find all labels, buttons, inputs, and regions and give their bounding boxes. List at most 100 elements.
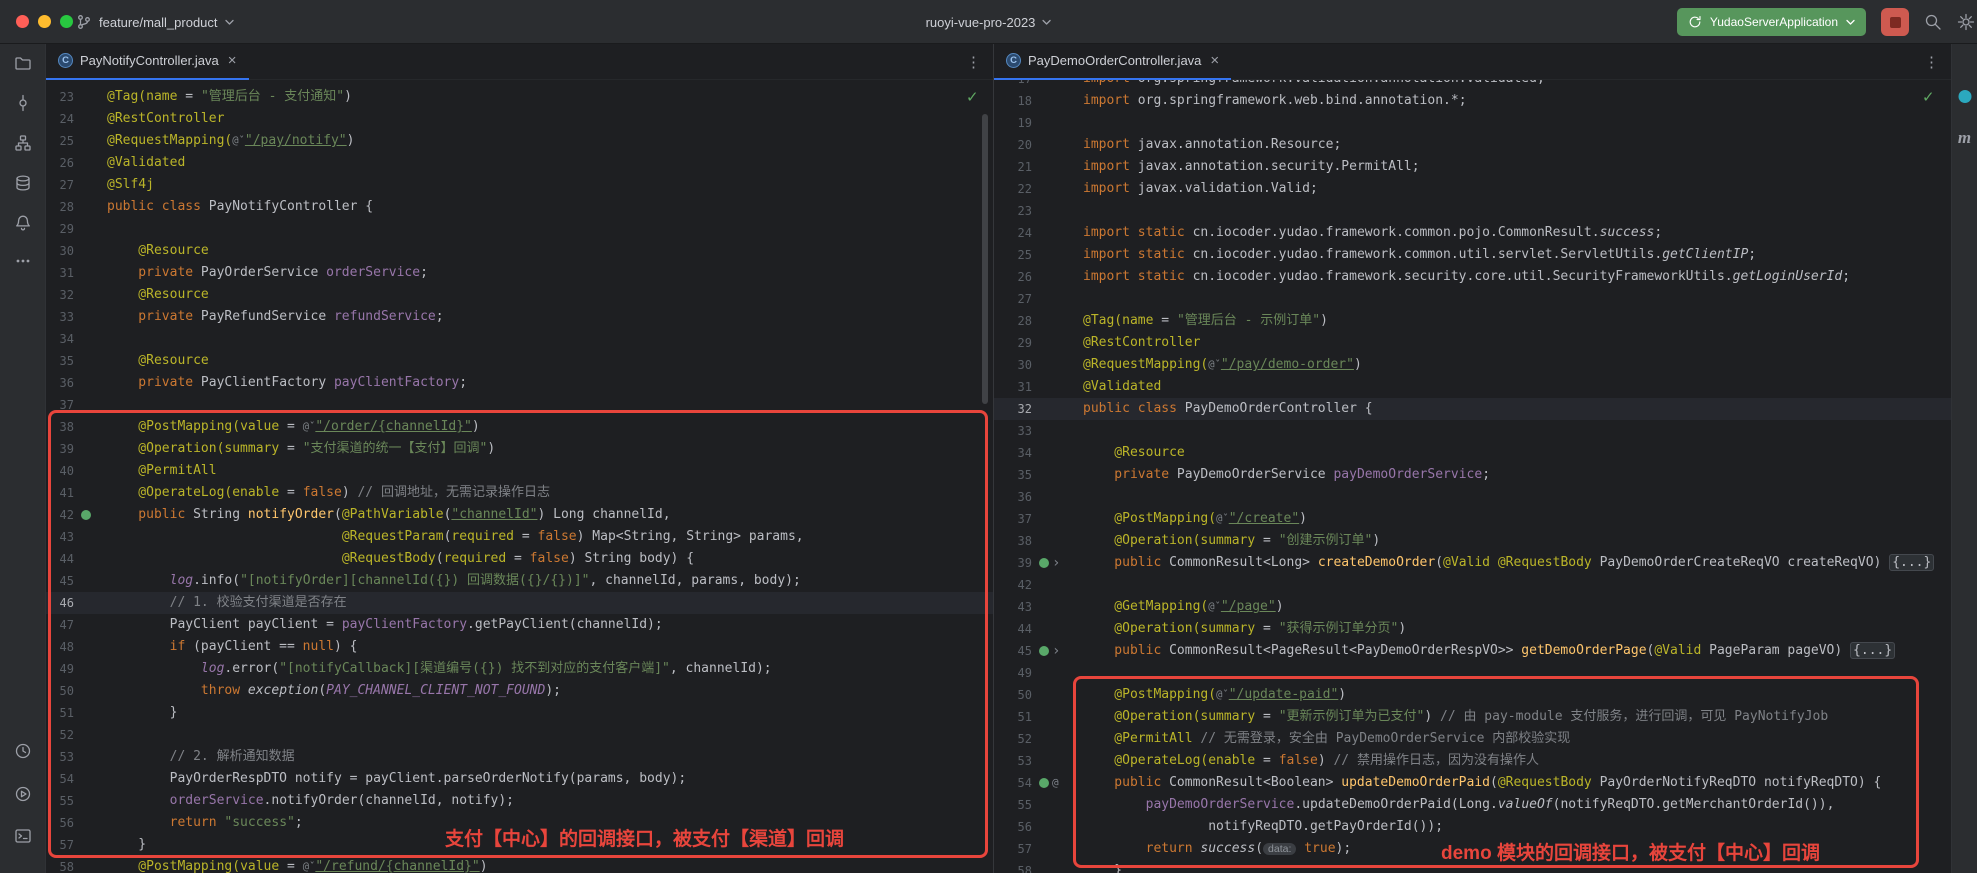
code-line[interactable]: 50 throw exception(PAY_CHANNEL_CLIENT_NO…	[46, 680, 993, 702]
scrollbar-thumb[interactable]	[982, 114, 988, 404]
endpoint-url-icon[interactable]: @ˇ	[1208, 359, 1221, 371]
line-number[interactable]: 58	[994, 860, 1032, 873]
code-line[interactable]: 44 @Operation(summary = "获得示例订单分页")	[994, 618, 1951, 640]
endpoint-ball-icon[interactable]	[1039, 646, 1049, 656]
project-selector[interactable]: ruoyi-vue-pro-2023	[926, 0, 1052, 44]
line-number[interactable]: 39	[994, 552, 1032, 574]
line-number[interactable]: 22	[994, 178, 1032, 200]
line-number[interactable]: 55	[46, 790, 74, 812]
line-number[interactable]: 44	[994, 618, 1032, 640]
minimize-window-button[interactable]	[38, 15, 51, 28]
line-number[interactable]: 30	[46, 240, 74, 262]
line-number[interactable]: 23	[994, 200, 1032, 222]
line-number[interactable]: 45	[46, 570, 74, 592]
line-number[interactable]: 26	[46, 152, 74, 174]
code-line[interactable]: 22import javax.validation.Valid;	[994, 178, 1951, 200]
code-line[interactable]: 17import org.springframework.validation.…	[994, 80, 1951, 90]
line-number[interactable]: 57	[994, 838, 1032, 860]
code-line[interactable]: 39 @Operation(summary = "支付渠道的统一【支付】回调")	[46, 438, 993, 460]
line-number[interactable]: 32	[994, 398, 1032, 420]
code-editor-right[interactable]: 17import org.springframework.validation.…	[994, 80, 1951, 873]
line-number[interactable]: 27	[46, 174, 74, 196]
code-line[interactable]: 58 @PostMapping(value = @ˇ"/refund/{chan…	[46, 856, 993, 873]
code-line[interactable]: 38 @Operation(summary = "创建示例订单")	[994, 530, 1951, 552]
line-number[interactable]: 35	[46, 350, 74, 372]
line-number[interactable]: 35	[994, 464, 1032, 486]
fold-chevron-icon[interactable]: ›	[1052, 640, 1060, 662]
tab-pay-demo-order-controller[interactable]: C PayDemoOrderController.java ×	[994, 44, 1231, 80]
code-line[interactable]: 45 log.info("[notifyOrder][channelId({})…	[46, 570, 993, 592]
code-line[interactable]: 51 @Operation(summary = "更新示例订单为已支付") //…	[994, 706, 1951, 728]
code-line[interactable]: 28public class PayNotifyController {	[46, 196, 993, 218]
line-number[interactable]: 51	[46, 702, 74, 724]
line-number[interactable]: 36	[46, 372, 74, 394]
code-line[interactable]: 25import static cn.iocoder.yudao.framewo…	[994, 244, 1951, 266]
zoom-window-button[interactable]	[60, 15, 73, 28]
line-number[interactable]: 18	[994, 90, 1032, 112]
code-line[interactable]: 28@Tag(name = "管理后台 - 示例订单")	[994, 310, 1951, 332]
maven-tool-icon[interactable]: m	[1958, 128, 1971, 148]
line-number[interactable]: 28	[994, 310, 1032, 332]
code-line[interactable]: 26@Validated	[46, 152, 993, 174]
line-number[interactable]: 25	[994, 244, 1032, 266]
structure-tool-icon[interactable]	[8, 128, 38, 158]
code-line[interactable]: 46 // 1. 校验支付渠道是否存在	[46, 592, 993, 614]
code-line[interactable]: 40 @PermitAll	[46, 460, 993, 482]
inspections-ok-icon[interactable]: ✓	[966, 88, 979, 106]
code-line[interactable]: 27	[994, 288, 1951, 310]
services-run-icon[interactable]	[8, 779, 38, 809]
line-number[interactable]: 53	[994, 750, 1032, 772]
settings-gear-icon[interactable]	[1957, 13, 1975, 31]
code-line[interactable]: 23@Tag(name = "管理后台 - 支付通知")	[46, 86, 993, 108]
line-number[interactable]: 17	[994, 80, 1032, 90]
line-number[interactable]: 58	[46, 856, 74, 873]
line-number[interactable]: 50	[46, 680, 74, 702]
fold-chevron-icon[interactable]: ›	[1052, 552, 1060, 574]
code-line[interactable]: 25@RequestMapping(@ˇ"/pay/notify")	[46, 130, 993, 152]
line-number[interactable]: 33	[994, 420, 1032, 442]
code-line[interactable]: 29@RestController	[994, 332, 1951, 354]
line-number[interactable]: 36	[994, 486, 1032, 508]
line-number[interactable]: 42	[46, 504, 74, 526]
git-branch-selector[interactable]: feature/mall_product	[76, 0, 234, 44]
code-line[interactable]: 54@ public CommonResult<Boolean> updateD…	[994, 772, 1951, 794]
dependencies-tool-icon[interactable]	[1958, 90, 1971, 103]
line-number[interactable]: 30	[994, 354, 1032, 376]
line-number[interactable]: 24	[46, 108, 74, 130]
code-editor-left[interactable]: 23@Tag(name = "管理后台 - 支付通知")24@RestContr…	[46, 80, 993, 873]
code-line[interactable]: 32public class PayDemoOrderController {	[994, 398, 1951, 420]
line-number[interactable]: 56	[46, 812, 74, 834]
line-number[interactable]: 52	[994, 728, 1032, 750]
tab-pay-notify-controller[interactable]: C PayNotifyController.java ×	[46, 44, 249, 80]
code-line[interactable]: 48 if (payClient == null) {	[46, 636, 993, 658]
line-number[interactable]: 26	[994, 266, 1032, 288]
line-number[interactable]: 31	[994, 376, 1032, 398]
line-number[interactable]: 32	[46, 284, 74, 306]
code-line[interactable]: 31@Validated	[994, 376, 1951, 398]
endpoint-url-icon[interactable]: @ˇ	[1216, 689, 1229, 701]
run-widget[interactable]: YudaoServerApplication	[1677, 8, 1866, 36]
endpoint-ball-icon[interactable]	[1039, 558, 1049, 568]
code-line[interactable]: 55 orderService.notifyOrder(channelId, n…	[46, 790, 993, 812]
code-line[interactable]: 49	[994, 662, 1951, 684]
code-line[interactable]: 50 @PostMapping(@ˇ"/update-paid")	[994, 684, 1951, 706]
code-line[interactable]: 43 @RequestParam(required = false) Map<S…	[46, 526, 993, 548]
code-line[interactable]: 21import javax.annotation.security.Permi…	[994, 156, 1951, 178]
line-number[interactable]: 39	[46, 438, 74, 460]
line-number[interactable]: 28	[46, 196, 74, 218]
line-number[interactable]: 19	[994, 112, 1032, 134]
endpoint-ball-icon[interactable]	[81, 510, 91, 520]
project-tool-icon[interactable]	[8, 48, 38, 78]
line-number[interactable]: 54	[46, 768, 74, 790]
rerun-icon[interactable]	[1688, 15, 1702, 29]
tab-options-icon[interactable]: ⋮	[966, 53, 981, 71]
code-line[interactable]: 35 private PayDemoOrderService payDemoOr…	[994, 464, 1951, 486]
code-line[interactable]: 42	[994, 574, 1951, 596]
line-number[interactable]: 21	[994, 156, 1032, 178]
code-line[interactable]: 37 @PostMapping(@ˇ"/create")	[994, 508, 1951, 530]
code-line[interactable]: 19	[994, 112, 1951, 134]
code-line[interactable]: 53 @OperateLog(enable = false) // 禁用操作日志…	[994, 750, 1951, 772]
code-line[interactable]: 24import static cn.iocoder.yudao.framewo…	[994, 222, 1951, 244]
code-line[interactable]: 23	[994, 200, 1951, 222]
line-number[interactable]: 23	[46, 86, 74, 108]
